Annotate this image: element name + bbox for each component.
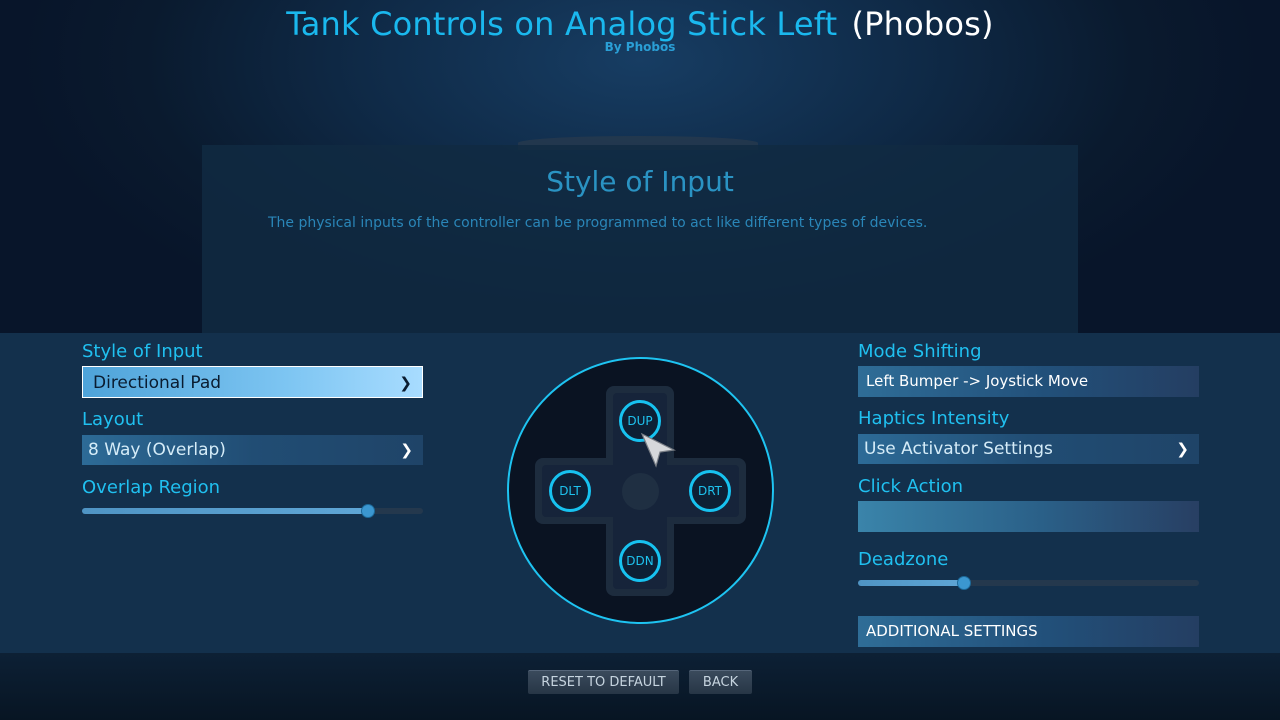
page-title: Tank Controls on Analog Stick Left (Phobo…	[0, 4, 1280, 44]
mode-shifting-label: Mode Shifting	[858, 341, 982, 362]
back-button[interactable]: BACK	[689, 670, 752, 694]
click-action-label: Click Action	[858, 476, 963, 497]
reset-to-default-button[interactable]: RESET TO DEFAULT	[528, 670, 679, 694]
layout-value: 8 Way (Overlap)	[88, 440, 226, 460]
mode-shifting-field[interactable]: Left Bumper -> Joystick Move	[858, 366, 1199, 397]
info-panel-description: The physical inputs of the controller ca…	[268, 215, 928, 231]
info-panel: Style of Input The physical inputs of th…	[202, 145, 1078, 333]
config-title: Tank Controls on Analog Stick Left	[286, 5, 838, 43]
haptics-intensity-dropdown[interactable]: Use Activator Settings ❯	[858, 434, 1199, 464]
chevron-down-icon: ❯	[1176, 440, 1189, 458]
style-of-input-label: Style of Input	[82, 341, 203, 362]
info-panel-title: Style of Input	[546, 165, 734, 198]
dpad-down-button[interactable]: DDN	[619, 540, 661, 582]
author-byline: By Phobos	[604, 40, 676, 54]
overlap-region-label: Overlap Region	[82, 477, 221, 498]
overlap-region-slider[interactable]	[82, 504, 423, 518]
layout-label: Layout	[82, 409, 144, 430]
chevron-down-icon: ❯	[399, 374, 412, 392]
haptics-intensity-label: Haptics Intensity	[858, 408, 1010, 429]
deadzone-slider-knob[interactable]	[956, 576, 971, 590]
deadzone-slider-fill	[858, 580, 964, 586]
cursor-arrow-icon	[640, 432, 676, 468]
style-of-input-value: Directional Pad	[93, 373, 222, 393]
dpad-left-button[interactable]: DLT	[549, 470, 591, 512]
dpad-right-button[interactable]: DRT	[689, 470, 731, 512]
dpad-center	[622, 473, 659, 510]
deadzone-label: Deadzone	[858, 549, 949, 570]
click-action-field[interactable]	[858, 501, 1199, 532]
config-title-suffix: (Phobos)	[851, 5, 994, 43]
haptics-intensity-value: Use Activator Settings	[864, 439, 1053, 459]
overlap-region-slider-fill	[82, 508, 369, 514]
chevron-down-icon: ❯	[400, 441, 413, 459]
layout-dropdown[interactable]: 8 Way (Overlap) ❯	[82, 435, 423, 465]
additional-settings-button[interactable]: ADDITIONAL SETTINGS	[858, 616, 1199, 647]
deadzone-slider[interactable]	[858, 576, 1199, 590]
style-of-input-dropdown[interactable]: Directional Pad ❯	[82, 366, 423, 398]
